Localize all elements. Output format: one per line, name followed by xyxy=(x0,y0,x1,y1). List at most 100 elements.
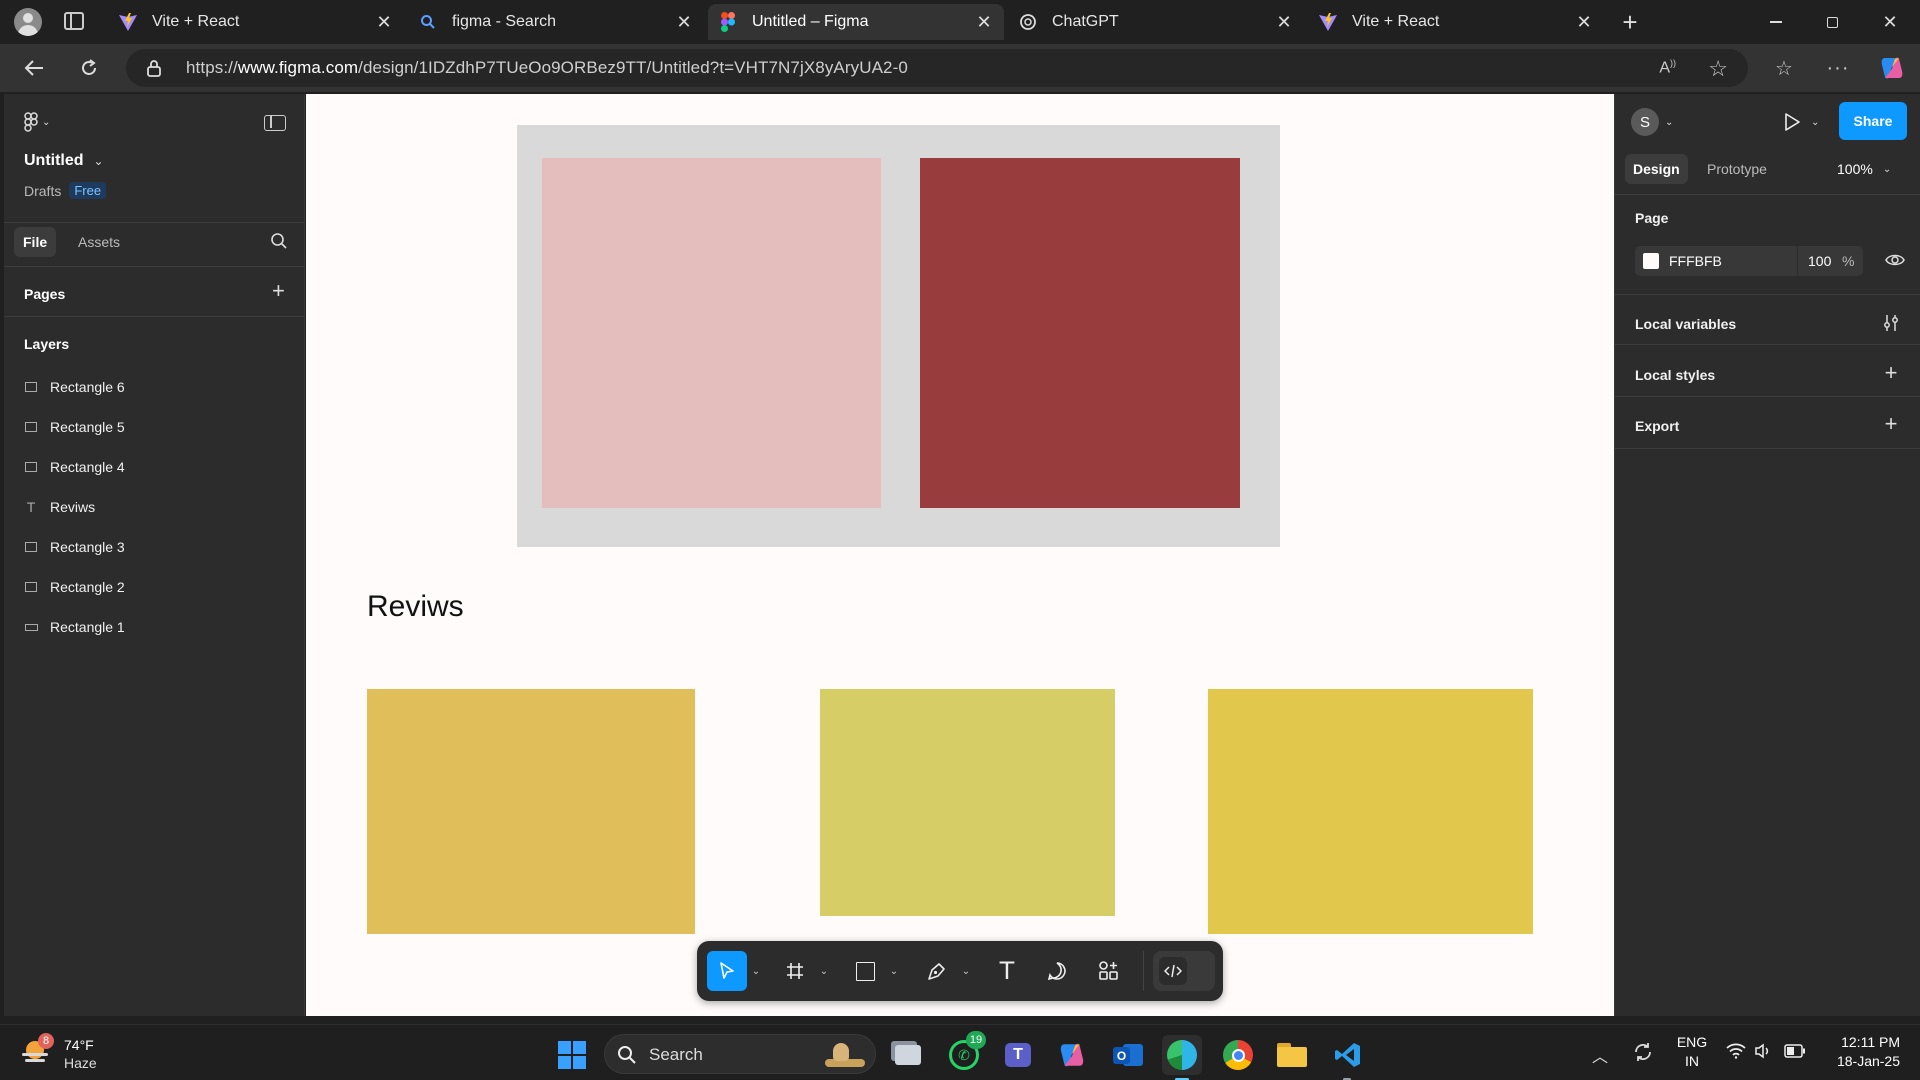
copilot-icon[interactable] xyxy=(1874,52,1910,84)
tab-chatgpt[interactable]: ChatGPT ✕ xyxy=(1008,4,1304,40)
layers-heading: Layers xyxy=(24,336,70,352)
lock-icon[interactable] xyxy=(146,59,162,77)
tab-file[interactable]: File xyxy=(14,227,57,257)
more-options-icon[interactable]: ··· xyxy=(1820,52,1856,84)
rectangle-yellow-2[interactable] xyxy=(820,689,1115,916)
zoom-dropdown[interactable]: 100% ⌄ xyxy=(1837,154,1891,184)
tab-prototype[interactable]: Prototype xyxy=(1707,154,1767,184)
page-color-field[interactable]: FFFBFB 100 % xyxy=(1635,246,1863,276)
local-variables-label[interactable]: Local variables xyxy=(1635,316,1736,332)
show-hidden-icons-chevron[interactable]: ︿ xyxy=(1592,1043,1608,1067)
chevron-down-icon[interactable]: ⌄ xyxy=(749,951,763,991)
battery-icon[interactable] xyxy=(1784,1044,1806,1058)
language-indicator[interactable]: ENG IN xyxy=(1674,1033,1710,1071)
tab-vite-react-2[interactable]: Vite + React ✕ xyxy=(1308,4,1604,40)
tab-actions-icon[interactable] xyxy=(64,12,84,30)
page-opacity-value[interactable]: 100 xyxy=(1808,253,1834,269)
read-aloud-icon[interactable]: A)) xyxy=(1659,58,1676,77)
frame-tool-icon[interactable] xyxy=(775,951,815,991)
toggle-sidebar-icon[interactable] xyxy=(264,115,286,131)
address-bar[interactable]: https://www.figma.com/design/1IDZdhP7TUe… xyxy=(126,49,1748,87)
rectangle-yellow-1[interactable] xyxy=(367,689,695,934)
minimize-button[interactable] xyxy=(1748,0,1804,44)
search-layers-icon[interactable] xyxy=(270,232,288,250)
tab-vite-react-1[interactable]: Vite + React ✕ xyxy=(108,4,404,40)
refresh-icon[interactable] xyxy=(71,52,107,84)
rectangle-yellow-3[interactable] xyxy=(1208,689,1533,934)
tab-design[interactable]: Design xyxy=(1625,154,1688,184)
file-name-button[interactable]: Untitled ⌄ xyxy=(24,152,104,170)
actions-tool-icon[interactable] xyxy=(1089,951,1129,991)
layer-item[interactable]: Rectangle 3 xyxy=(24,532,125,562)
layer-item[interactable]: Rectangle 1 xyxy=(24,612,125,642)
pages-heading: Pages xyxy=(24,286,66,302)
comment-tool-icon[interactable] xyxy=(1037,951,1077,991)
dev-mode-toggle[interactable] xyxy=(1153,951,1215,991)
teams-icon[interactable]: T xyxy=(998,1035,1038,1075)
layer-item[interactable]: Rectangle 2 xyxy=(24,572,125,602)
variables-settings-icon[interactable] xyxy=(1882,314,1900,332)
text-tool-icon[interactable]: T xyxy=(987,951,1027,991)
restore-button[interactable] xyxy=(1804,0,1860,44)
copilot-app-icon[interactable] xyxy=(1052,1035,1092,1075)
tab-title: ChatGPT xyxy=(1052,13,1119,30)
volume-icon[interactable] xyxy=(1754,1043,1772,1059)
chevron-down-icon[interactable]: ⌄ xyxy=(817,951,831,991)
weather-description: Haze xyxy=(64,1055,97,1071)
rectangle-dark-red[interactable] xyxy=(920,158,1240,508)
page-color-hex[interactable]: FFFBFB xyxy=(1669,253,1797,269)
task-view-icon[interactable] xyxy=(888,1035,928,1075)
chrome-icon[interactable] xyxy=(1218,1035,1258,1075)
tab-assets[interactable]: Assets xyxy=(74,227,124,257)
layer-item[interactable]: Rectangle 5 xyxy=(24,412,125,442)
layer-item[interactable]: Rectangle 6 xyxy=(24,372,125,402)
figma-main-menu-button[interactable]: ⌄ xyxy=(24,112,50,132)
profile-avatar[interactable] xyxy=(14,8,42,36)
favorites-icon[interactable]: ☆ xyxy=(1766,52,1802,84)
clock[interactable]: 12:11 PM 18-Jan-25 xyxy=(1824,1033,1900,1071)
design-canvas[interactable]: Reviws xyxy=(306,94,1614,1016)
add-export-icon[interactable]: + xyxy=(1882,411,1900,436)
color-swatch[interactable] xyxy=(1643,253,1659,269)
tab-title: Untitled – Figma xyxy=(752,13,869,30)
rectangle-pink[interactable] xyxy=(542,158,881,508)
move-tool-button[interactable] xyxy=(707,951,747,991)
file-explorer-icon[interactable] xyxy=(1272,1035,1312,1075)
back-arrow-icon[interactable] xyxy=(16,52,52,84)
start-windows-icon[interactable] xyxy=(552,1035,592,1075)
share-button[interactable]: Share xyxy=(1839,102,1907,140)
edge-icon[interactable] xyxy=(1162,1035,1202,1080)
close-tab-icon[interactable]: ✕ xyxy=(1574,12,1594,32)
close-tab-icon[interactable]: ✕ xyxy=(374,12,394,32)
present-play-icon[interactable]: ⌄ xyxy=(1783,112,1819,132)
sync-icon[interactable] xyxy=(1632,1041,1654,1063)
layer-item[interactable]: T Reviws xyxy=(24,492,95,522)
new-tab-button[interactable]: + xyxy=(1616,8,1644,36)
tab-untitled-figma[interactable]: Untitled – Figma ✕ xyxy=(708,4,1004,40)
page-section-heading: Page xyxy=(1635,210,1669,226)
rectangle-tool-icon[interactable] xyxy=(845,951,885,991)
whatsapp-icon[interactable]: ✆ 19 xyxy=(944,1031,986,1075)
add-page-icon[interactable]: + xyxy=(272,280,285,302)
chevron-down-icon[interactable]: ⌄ xyxy=(959,951,973,991)
eye-visibility-icon[interactable] xyxy=(1885,252,1905,268)
reviews-heading[interactable]: Reviws xyxy=(367,590,464,624)
outlook-icon[interactable]: O xyxy=(1108,1035,1148,1075)
url-text[interactable]: https://www.figma.com/design/1IDZdhP7TUe… xyxy=(186,58,908,78)
close-tab-icon[interactable]: ✕ xyxy=(974,12,994,32)
user-avatar[interactable]: S ⌄ xyxy=(1631,108,1673,136)
add-style-icon[interactable]: + xyxy=(1882,360,1900,385)
wifi-icon[interactable] xyxy=(1726,1043,1746,1059)
vscode-icon[interactable] xyxy=(1328,1035,1368,1080)
taskbar-search-box[interactable]: Search xyxy=(604,1034,876,1074)
chevron-down-icon[interactable]: ⌄ xyxy=(887,951,901,991)
layer-item[interactable]: Rectangle 4 xyxy=(24,452,125,482)
tab-figma-search[interactable]: figma - Search ✕ xyxy=(408,4,704,40)
pen-tool-icon[interactable] xyxy=(917,951,957,991)
drafts-label[interactable]: Drafts xyxy=(24,183,61,199)
close-window-button[interactable]: ✕ xyxy=(1862,0,1918,44)
weather-widget[interactable]: 8 74°F Haze xyxy=(20,1031,150,1075)
close-tab-icon[interactable]: ✕ xyxy=(674,12,694,32)
favorite-star-icon[interactable]: ☆ xyxy=(1708,56,1728,82)
close-tab-icon[interactable]: ✕ xyxy=(1274,12,1294,32)
